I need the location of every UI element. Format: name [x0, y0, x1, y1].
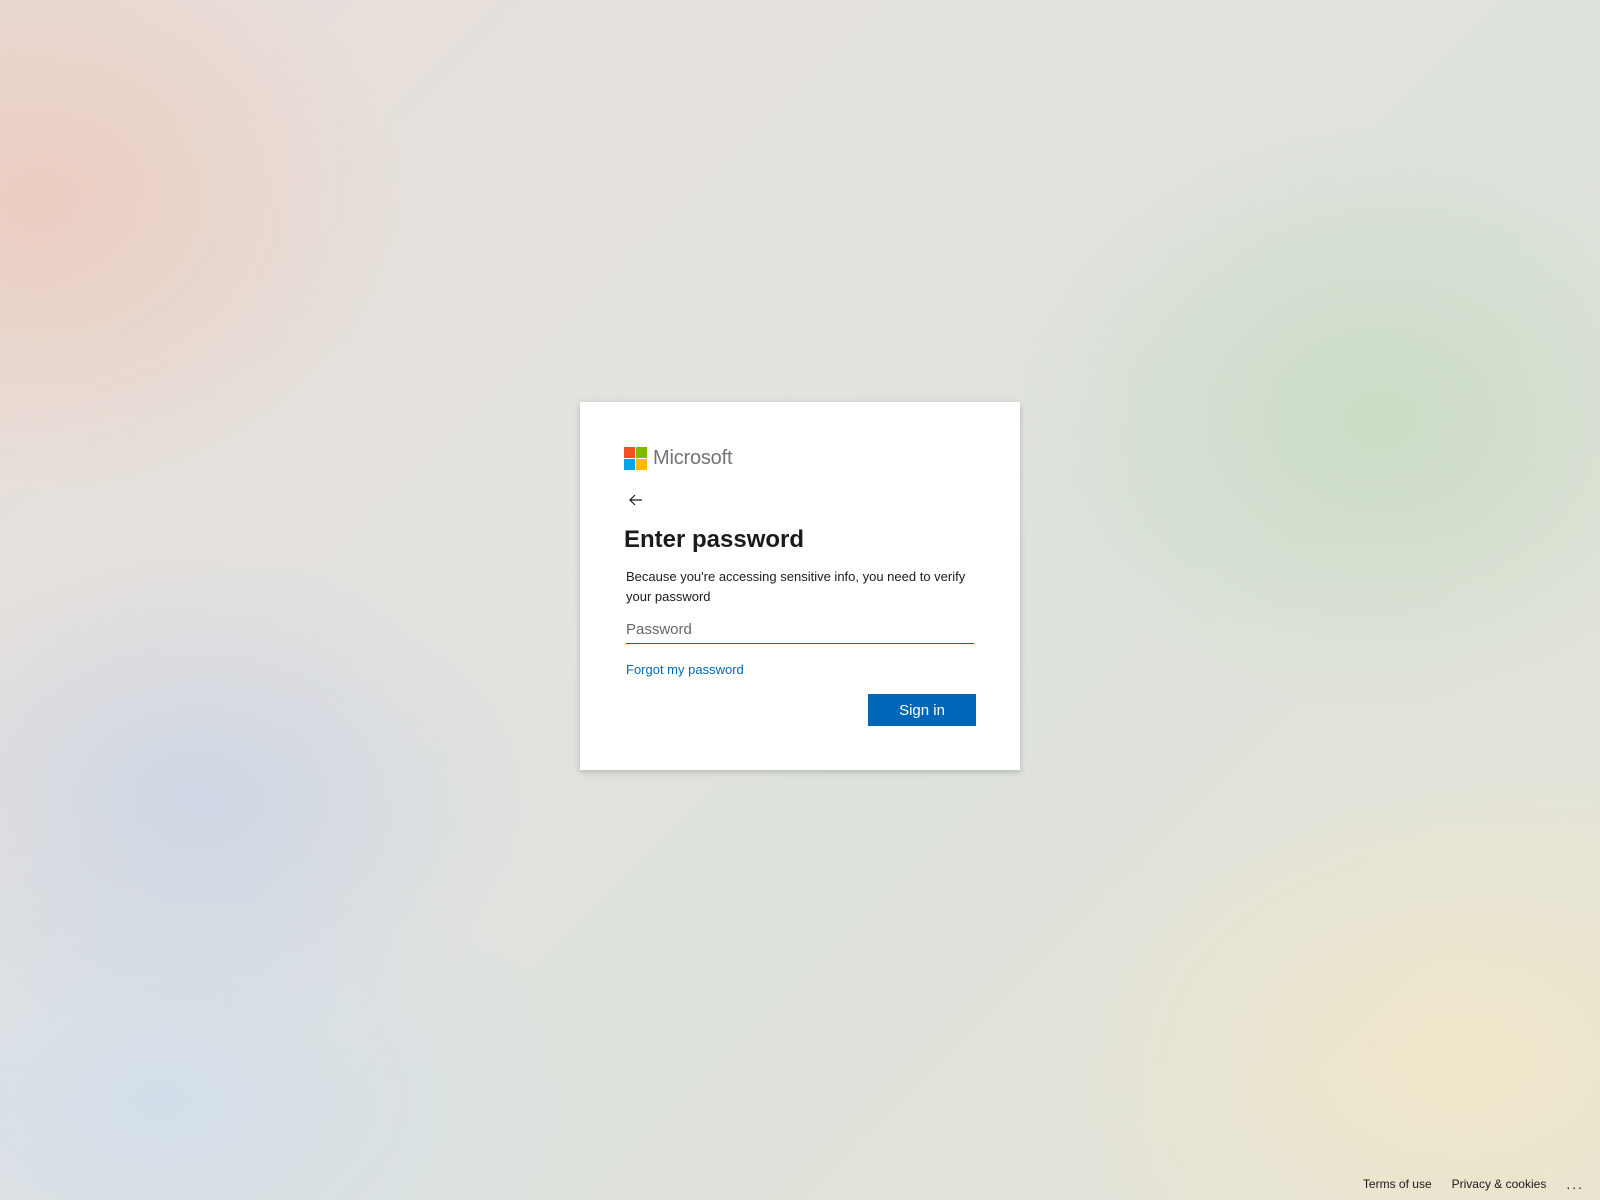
page-title: Enter password: [624, 526, 805, 553]
description-text: Because you're accessing sensitive info,…: [626, 569, 966, 604]
privacy-cookies-link[interactable]: Privacy & cookies: [1452, 1177, 1547, 1191]
logo-square-red: [624, 446, 635, 458]
sign-in-page: { "brand": { "name": "Microsoft", "logo_…: [0, 0, 1600, 1200]
microsoft-logo: Microsoft: [624, 446, 976, 470]
more-options-button[interactable]: ...: [1566, 1176, 1584, 1192]
forgot-password-link[interactable]: Forgot my password: [626, 662, 744, 677]
back-button[interactable]: [624, 488, 648, 512]
footer: Terms of use Privacy & cookies ...: [1343, 1176, 1584, 1192]
brand-name: Microsoft: [653, 446, 733, 469]
arrow-left-icon: [629, 494, 642, 506]
logo-square-blue: [624, 458, 635, 470]
logo-square-yellow: [636, 458, 647, 470]
microsoft-logo-icon: [624, 446, 647, 470]
logo-square-green: [636, 446, 647, 458]
terms-of-use-link[interactable]: Terms of use: [1363, 1177, 1432, 1191]
password-input[interactable]: [626, 615, 974, 644]
sign-in-button[interactable]: Sign in: [868, 694, 976, 726]
sign-in-card: Microsoft Enter password Because you're …: [580, 402, 1020, 770]
